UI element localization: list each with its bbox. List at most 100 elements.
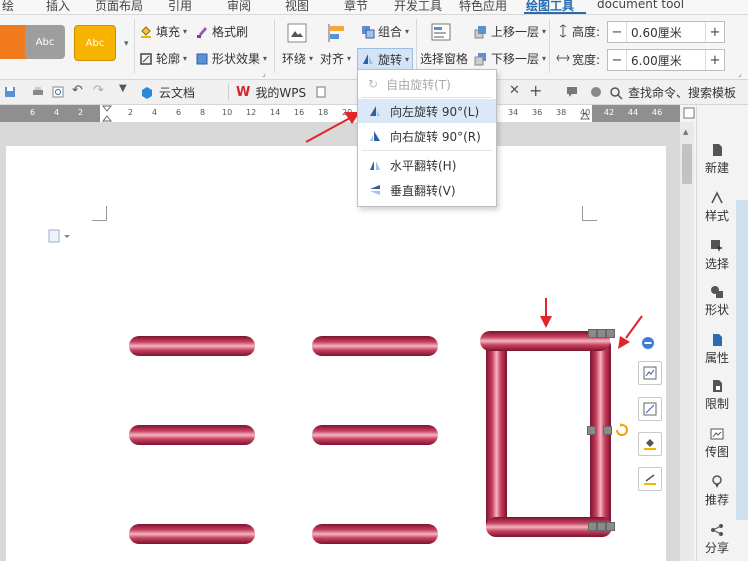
text-style-icon	[711, 191, 723, 204]
shape-bar-vertical-right[interactable]	[590, 336, 611, 534]
align-button[interactable]: 对齐 ▾	[320, 50, 351, 67]
panel-properties[interactable]: 属性	[697, 333, 737, 366]
panel-share[interactable]: 分享	[697, 523, 737, 556]
fill-button[interactable]: 填充 ▾	[139, 23, 187, 40]
tab-review[interactable]: 审阅	[227, 0, 251, 14]
menu-flip-vertical[interactable]: 垂直翻转(V)	[358, 178, 496, 202]
redo-icon[interactable]: ↷	[93, 83, 104, 98]
indent-marker-icon[interactable]	[102, 105, 112, 122]
print-preview-icon[interactable]	[52, 86, 64, 98]
share-icon[interactable]	[590, 86, 602, 98]
shape-bar-vertical-left[interactable]	[486, 336, 507, 534]
scrollbar-thumb[interactable]	[682, 144, 692, 184]
panel-shape[interactable]: 形状	[697, 285, 737, 318]
group-button[interactable]: 组合 ▾	[361, 23, 409, 40]
style-tile-yellow[interactable]: Abc	[74, 25, 116, 61]
outline-color-button[interactable]	[638, 467, 662, 491]
tab-features[interactable]: 特色应用	[459, 0, 507, 14]
rotation-handle-icon[interactable]	[614, 422, 630, 438]
outline-button[interactable]: 轮廓 ▾	[139, 50, 187, 67]
close-tab-icon[interactable]: ✕	[509, 83, 520, 98]
panel-settings-icon[interactable]	[683, 107, 695, 119]
selection-pane-button[interactable]: 选择窗格	[420, 50, 468, 67]
rotate-right-icon	[370, 131, 380, 141]
new-tab-icon[interactable]: +	[529, 81, 542, 100]
shape-bar[interactable]	[312, 524, 438, 544]
format-painter-button[interactable]: 格式刷	[195, 23, 248, 40]
search-command-input[interactable]: 查找命令、搜索模板	[609, 84, 736, 101]
height-stepper[interactable]: − 0.60厘米 +	[607, 21, 725, 43]
rotate-icon	[363, 54, 373, 64]
save-icon[interactable]	[4, 86, 16, 98]
shape-bar[interactable]	[129, 425, 255, 445]
scroll-up-icon[interactable]: ▲	[683, 128, 688, 136]
vertical-scrollbar[interactable]: ▲	[680, 122, 694, 561]
rotate-button[interactable]: 旋转 ▾	[357, 48, 414, 70]
tab-insert[interactable]: 插入	[46, 0, 70, 14]
shape-bar[interactable]	[312, 336, 438, 356]
resize-handle[interactable]	[588, 522, 597, 531]
resize-handle[interactable]	[588, 329, 597, 338]
menu-separator	[362, 150, 492, 151]
panel-restrict[interactable]: 限制	[697, 379, 737, 412]
resize-handle[interactable]	[603, 426, 612, 435]
tab-developer[interactable]: 开发工具	[394, 0, 442, 14]
undo-icon[interactable]: ↶	[72, 83, 83, 98]
send-backward-button[interactable]: 下移一层 ▾	[474, 50, 546, 67]
comment-icon[interactable]	[566, 86, 578, 98]
tab-page-layout[interactable]: 页面布局	[95, 0, 143, 14]
fill-color-button[interactable]	[638, 432, 662, 456]
shape-bar[interactable]	[129, 524, 255, 544]
resize-handle[interactable]	[597, 522, 606, 531]
chevron-down-icon: ▾	[542, 27, 547, 36]
ribbon-separator	[549, 19, 550, 73]
collapse-minus-icon[interactable]	[641, 336, 655, 350]
tab-start[interactable]: 绘	[2, 0, 14, 14]
menu-flip-horizontal[interactable]: 水平翻转(H)	[358, 153, 496, 177]
tab-section[interactable]: 章节	[344, 0, 368, 14]
ribbon-separator	[134, 19, 135, 73]
paste-options-icon[interactable]	[48, 229, 72, 243]
style-tile-gray[interactable]: Abc	[25, 25, 65, 59]
resize-handle[interactable]	[597, 329, 606, 338]
height-decrease-button[interactable]: −	[608, 25, 626, 40]
panel-style[interactable]: 样式	[697, 191, 737, 224]
resize-handle[interactable]	[606, 522, 615, 531]
width-stepper[interactable]: − 6.00厘米 +	[607, 49, 725, 71]
panel-upload-image[interactable]: 传图	[697, 427, 737, 460]
shape-effects-button[interactable]: 形状效果 ▾	[195, 50, 267, 67]
resize-handle[interactable]	[587, 426, 596, 435]
tab-view[interactable]: 视图	[285, 0, 309, 14]
panel-recommend[interactable]: 推荐	[697, 475, 737, 508]
layout-options-button[interactable]	[638, 361, 662, 385]
width-input[interactable]: 6.00厘米	[626, 50, 706, 70]
restrict-lock-icon	[713, 380, 722, 392]
height-increase-button[interactable]: +	[706, 25, 724, 40]
tab-document-tool[interactable]: document tool	[597, 0, 684, 11]
menu-rotate-right[interactable]: 向右旋转 90°(R)	[358, 124, 496, 148]
shape-style-button[interactable]	[638, 397, 662, 421]
print-icon[interactable]	[32, 86, 44, 98]
tab-my-wps[interactable]: W 我的WPS	[236, 84, 306, 101]
ruler-label: 2	[128, 108, 134, 117]
shape-bar[interactable]	[129, 336, 255, 356]
bring-forward-button[interactable]: 上移一层 ▾	[474, 23, 546, 40]
dialog-launcher-icon[interactable]: ⌟	[262, 69, 266, 78]
panel-select[interactable]: 选择	[697, 239, 737, 272]
panel-new[interactable]: 新建	[697, 143, 737, 176]
right-indent-marker-icon[interactable]	[580, 108, 590, 120]
menu-rotate-left[interactable]: 向左旋转 90°(L)	[358, 99, 496, 123]
tab-cloud-docs[interactable]: 云文档	[140, 84, 195, 101]
width-decrease-button[interactable]: −	[608, 53, 626, 68]
ruler-label: 6	[30, 108, 36, 117]
menu-free-rotate[interactable]: ↻ 自由旋转(T)	[358, 72, 496, 96]
height-input[interactable]: 0.60厘米	[626, 22, 706, 42]
search-icon	[610, 86, 623, 100]
quick-access-dropdown-icon[interactable]: ▼	[119, 83, 127, 94]
width-increase-button[interactable]: +	[706, 53, 724, 68]
tab-reference[interactable]: 引用	[168, 0, 192, 14]
style-more-icon[interactable]: ▾	[124, 39, 129, 49]
size-dialog-launcher-icon[interactable]: ⌟	[738, 69, 742, 78]
wrap-button[interactable]: 环绕 ▾	[282, 50, 313, 67]
shape-bar[interactable]	[312, 425, 438, 445]
